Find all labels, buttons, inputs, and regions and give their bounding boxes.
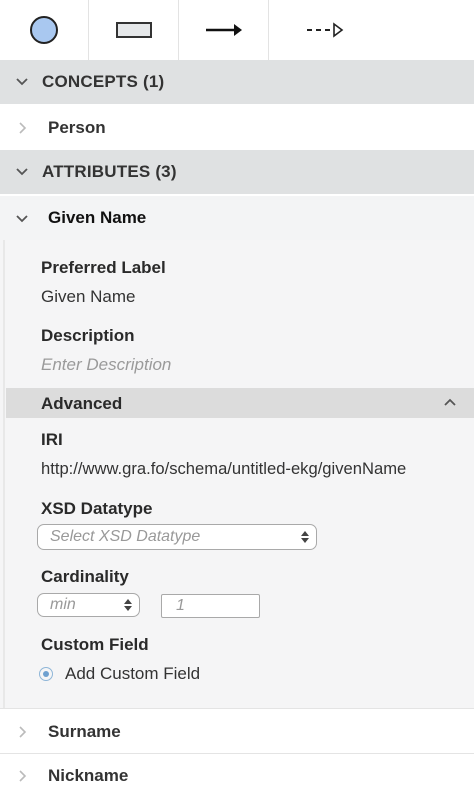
description-title: Description — [41, 326, 135, 345]
chevron-right-icon — [19, 770, 27, 782]
select-arrows-icon — [124, 599, 132, 611]
attribute-detail-panel: Preferred Label Given Name Description E… — [0, 240, 474, 708]
circle-node-icon — [30, 16, 58, 44]
attribute-item-label: Given Name — [48, 208, 147, 227]
advanced-title: Advanced — [41, 394, 123, 413]
attributes-section-header[interactable]: ATTRIBUTES (3) — [0, 150, 474, 194]
solid-arrow-icon — [205, 24, 242, 36]
concept-item-label: Person — [48, 118, 106, 137]
attributes-section-title: ATTRIBUTES (3) — [42, 162, 177, 181]
iri-title: IRI — [41, 430, 63, 449]
chevron-down-icon — [16, 168, 28, 176]
add-solid-edge-button[interactable] — [179, 0, 269, 60]
add-rectangle-node-button[interactable] — [89, 0, 179, 60]
add-dashed-edge-button[interactable] — [269, 0, 383, 60]
iri-value[interactable]: http://www.gra.fo/schema/untitled-ekg/gi… — [41, 459, 406, 479]
chevron-right-icon — [19, 726, 27, 738]
rectangle-node-icon — [115, 22, 152, 38]
concepts-section-title: CONCEPTS (1) — [42, 72, 165, 91]
dashed-arrow-icon — [307, 22, 344, 38]
custom-field-title: Custom Field — [41, 635, 149, 654]
preferred-label-value[interactable]: Given Name — [41, 287, 135, 307]
chevron-right-icon — [19, 122, 27, 134]
attribute-item-nickname[interactable]: Nickname — [0, 754, 474, 797]
add-circle-node-button[interactable] — [0, 0, 89, 60]
attribute-item-surname[interactable]: Surname — [0, 710, 474, 754]
add-circle-icon — [39, 667, 53, 681]
attribute-item-label: Surname — [48, 722, 121, 741]
advanced-section-header[interactable]: Advanced — [6, 388, 474, 418]
select-arrows-icon — [301, 531, 309, 543]
xsd-datatype-select[interactable]: Select XSD Datatype — [37, 524, 317, 550]
attribute-item-given-name[interactable]: Given Name — [0, 196, 474, 240]
concepts-section-header[interactable]: CONCEPTS (1) — [0, 60, 474, 104]
xsd-datatype-title: XSD Datatype — [41, 499, 153, 518]
cardinality-value-input[interactable]: 1 — [161, 594, 260, 618]
attribute-item-label: Nickname — [48, 766, 129, 785]
chevron-down-icon — [16, 78, 28, 86]
divider — [0, 708, 474, 709]
detail-left-rule — [3, 240, 5, 708]
node-toolbar — [0, 0, 474, 60]
cardinality-value-text: 1 — [176, 597, 185, 614]
chevron-up-icon — [444, 398, 456, 406]
cardinality-min-selected: min — [50, 596, 76, 613]
add-custom-field-button[interactable]: Add Custom Field — [39, 662, 200, 686]
preferred-label-title: Preferred Label — [41, 258, 166, 277]
cardinality-min-select[interactable]: min — [37, 593, 140, 617]
chevron-down-icon — [16, 215, 28, 223]
concept-item-person[interactable]: Person — [0, 106, 474, 150]
description-input[interactable]: Enter Description — [41, 355, 171, 375]
add-custom-field-label: Add Custom Field — [65, 664, 201, 683]
xsd-datatype-selected: Select XSD Datatype — [50, 528, 201, 545]
cardinality-title: Cardinality — [41, 567, 129, 586]
